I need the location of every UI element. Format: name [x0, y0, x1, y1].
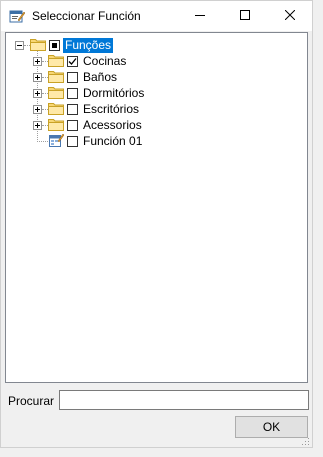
- tree-node-label: Funções: [63, 37, 114, 53]
- dialog-window: Seleccionar Función Funções Cocinas Baño…: [0, 0, 313, 448]
- expand-toggle[interactable]: [33, 121, 42, 130]
- function-item-icon: [48, 132, 65, 151]
- tree-node-escritorios[interactable]: Escritórios: [48, 101, 141, 117]
- folder-icon: [48, 53, 64, 70]
- title-bar[interactable]: Seleccionar Función: [1, 1, 312, 31]
- ok-button[interactable]: OK: [235, 416, 308, 438]
- folder-icon: [48, 101, 64, 118]
- tree-node-label: Acessorios: [83, 117, 142, 132]
- search-label: Procurar: [8, 394, 55, 408]
- root-checkbox[interactable]: [49, 39, 60, 51]
- minimize-button[interactable]: [177, 1, 222, 31]
- folder-open-icon: [30, 37, 46, 54]
- tree-line: [37, 141, 48, 142]
- tree-node-label: Cocinas: [83, 53, 127, 68]
- node-checkbox-checked[interactable]: [67, 55, 78, 67]
- collapse-toggle[interactable]: [15, 41, 24, 50]
- folder-icon: [48, 69, 64, 86]
- tree-node-cocinas[interactable]: Cocinas: [48, 53, 128, 69]
- tree-node-label: Baños: [83, 69, 118, 84]
- tree-node-banos[interactable]: Baños: [48, 69, 119, 85]
- node-checkbox[interactable]: [67, 135, 78, 147]
- close-icon: [284, 9, 295, 23]
- minimize-icon: [194, 9, 205, 23]
- node-checkbox[interactable]: [67, 71, 78, 83]
- expand-toggle[interactable]: [33, 105, 42, 114]
- node-checkbox[interactable]: [67, 103, 78, 115]
- expand-toggle[interactable]: [33, 89, 42, 98]
- window-title: Seleccionar Función: [32, 9, 141, 23]
- close-button[interactable]: [267, 1, 312, 31]
- search-input[interactable]: [59, 390, 309, 410]
- tree-node-root[interactable]: Funções: [30, 37, 114, 54]
- expand-toggle[interactable]: [33, 73, 42, 82]
- maximize-icon: [239, 9, 250, 23]
- tree-node-label: Escritórios: [83, 101, 140, 116]
- resize-grip-icon[interactable]: [300, 435, 310, 445]
- app-form-icon: [9, 8, 26, 24]
- ok-button-label: OK: [262, 420, 281, 434]
- node-checkbox[interactable]: [67, 119, 78, 131]
- tree-node-label: Función 01: [83, 133, 143, 148]
- node-checkbox[interactable]: [67, 87, 78, 99]
- tree-node-label: Dormitórios: [83, 85, 145, 100]
- maximize-button[interactable]: [222, 1, 267, 31]
- function-tree[interactable]: Funções Cocinas Baños Dormitórios Escrit…: [5, 32, 308, 383]
- tree-node-funcion-01[interactable]: Función 01: [48, 133, 144, 149]
- folder-icon: [48, 85, 64, 102]
- expand-toggle[interactable]: [33, 57, 42, 66]
- tree-node-dormitorios[interactable]: Dormitórios: [48, 85, 146, 101]
